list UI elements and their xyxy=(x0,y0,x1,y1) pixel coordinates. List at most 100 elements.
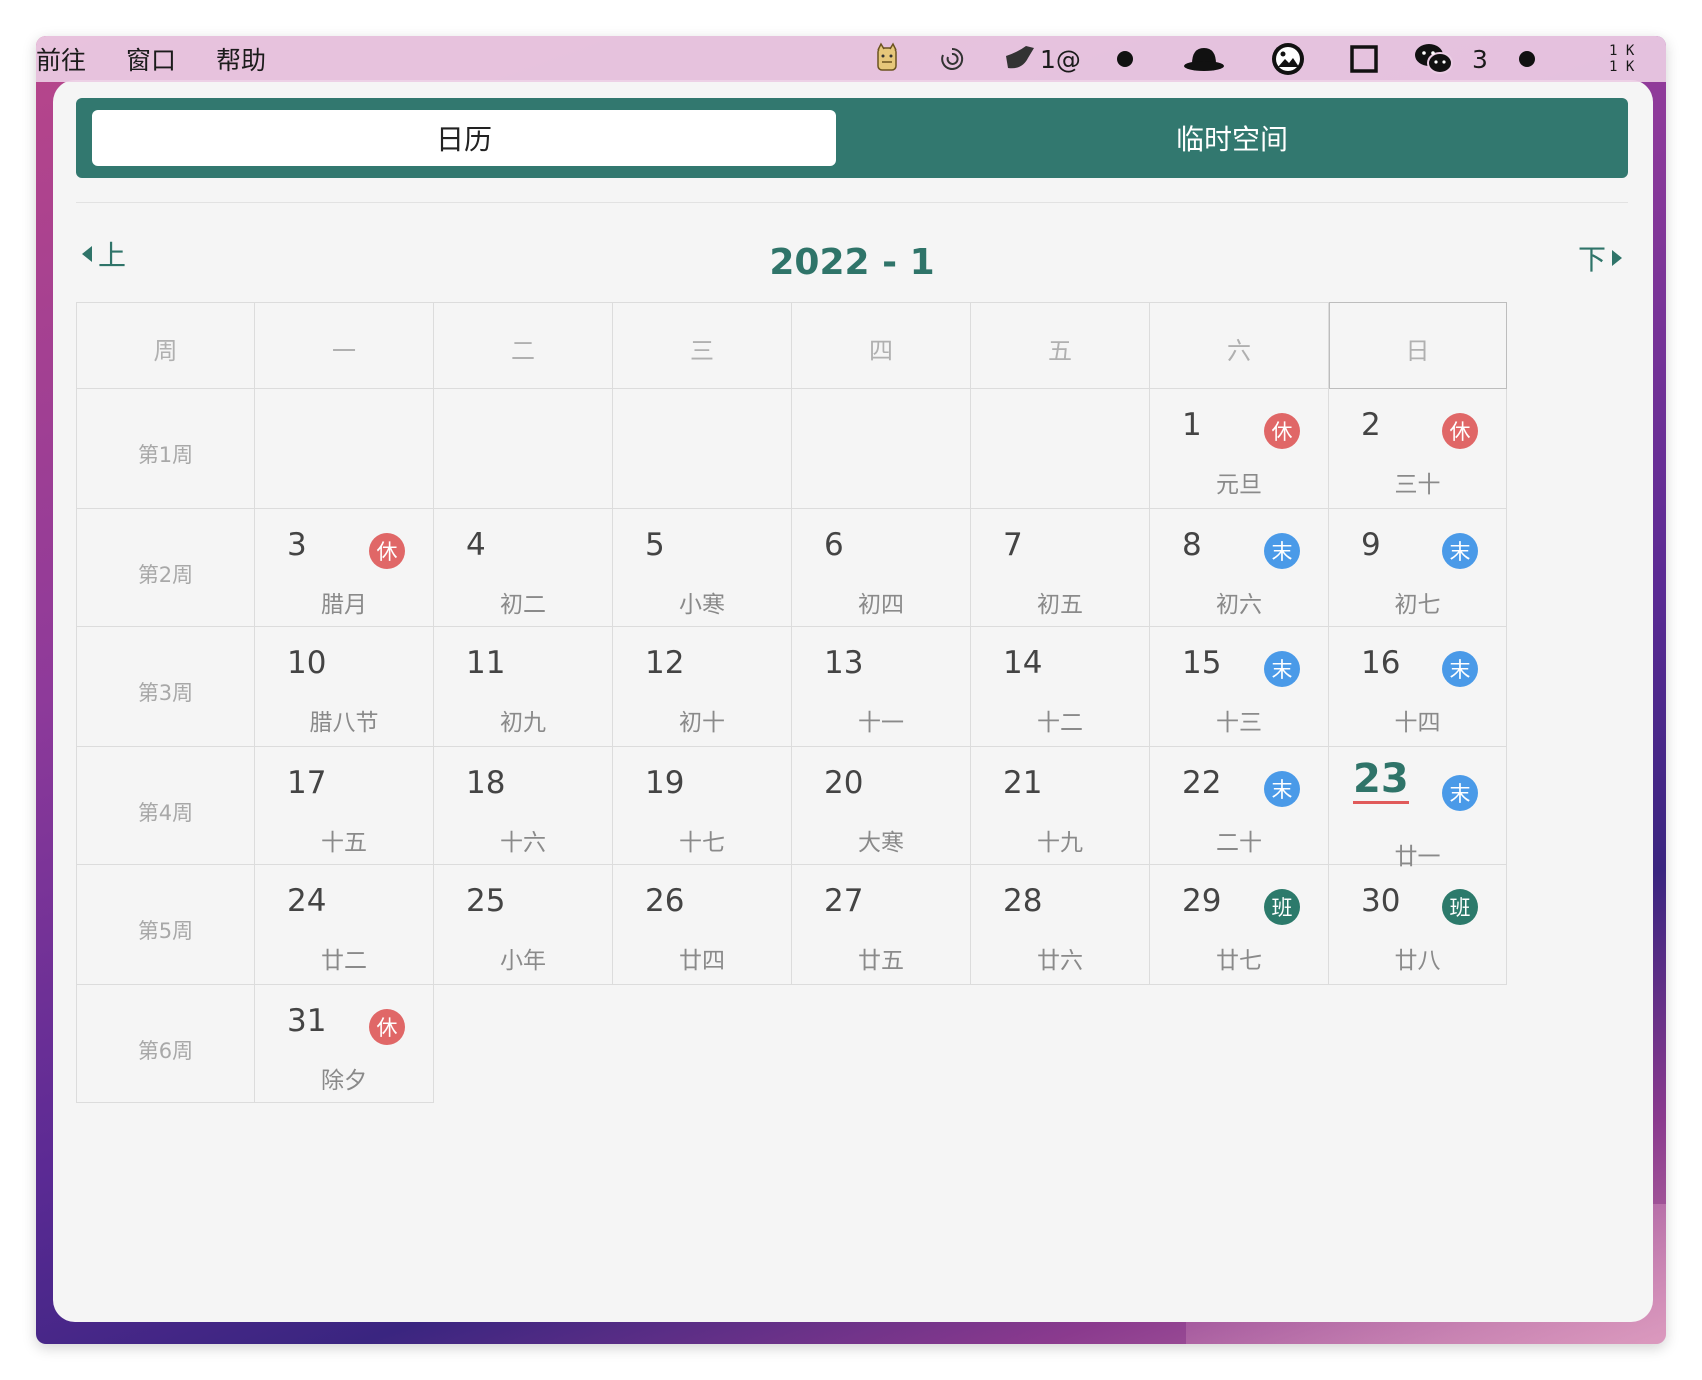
day-cell[interactable]: 24 廿二 xyxy=(255,865,434,985)
day-number: 21 xyxy=(1003,765,1043,801)
wechat-app[interactable]: 3 xyxy=(1414,36,1488,82)
square-icon[interactable] xyxy=(1350,36,1378,82)
menu-window[interactable]: 窗口 xyxy=(126,41,176,77)
tab-calendar[interactable]: 日历 xyxy=(92,110,836,166)
cat-icon[interactable] xyxy=(870,36,904,82)
day-cell[interactable]: 5 小寒 xyxy=(613,509,792,627)
next-month-button[interactable]: 下 xyxy=(1578,238,1622,278)
week-row: 第1周 1 休元旦 2 休三十 xyxy=(76,389,1628,509)
tab-temp-space[interactable]: 临时空间 xyxy=(852,110,1612,166)
day-cell[interactable]: 8 末初六 xyxy=(1150,509,1329,627)
week-number-cell: 第6周 xyxy=(76,985,255,1103)
lunar-date: 元旦 xyxy=(1216,472,1262,498)
net-up-speed: 1 K xyxy=(1609,43,1635,59)
work-badge: 班 xyxy=(1264,889,1300,925)
day-cell[interactable]: 21 十九 xyxy=(971,747,1150,865)
lunar-date: 小寒 xyxy=(679,592,725,618)
bowler-hat-icon[interactable] xyxy=(1182,36,1226,82)
menu-help[interactable]: 帮助 xyxy=(216,41,266,77)
lunar-date: 小年 xyxy=(500,948,546,974)
lunar-date: 三十 xyxy=(1394,472,1441,498)
work-badge: 班 xyxy=(1442,889,1478,925)
day-cell[interactable]: 25 小年 xyxy=(434,865,613,985)
dot-icon[interactable] xyxy=(1116,36,1134,82)
week-number-label: 第6周 xyxy=(137,1039,194,1063)
menu-go[interactable]: 前往 xyxy=(36,41,86,77)
day-cell[interactable]: 10 腊八节 xyxy=(255,627,434,747)
weekday-label: 二 xyxy=(511,337,535,365)
dot-icon-2[interactable] xyxy=(1518,36,1536,82)
day-cell[interactable]: 7 初五 xyxy=(971,509,1150,627)
weekend-badge: 末 xyxy=(1264,533,1300,569)
app-menu: 前往 窗口 帮助 xyxy=(36,41,306,77)
day-cell[interactable]: 1 休元旦 xyxy=(1150,389,1329,509)
day-cell[interactable]: 6 初四 xyxy=(792,509,971,627)
day-cell[interactable]: 26 廿四 xyxy=(613,865,792,985)
caret-right-icon xyxy=(1612,250,1622,266)
lunar-date: 初十 xyxy=(679,710,725,736)
lunar-date: 十七 xyxy=(679,830,725,856)
rest-badge: 休 xyxy=(369,533,405,569)
lunar-date: 初五 xyxy=(1037,592,1083,618)
week-column-header: 周 xyxy=(76,302,255,389)
swirl-icon[interactable] xyxy=(938,36,966,82)
day-cell[interactable]: 31 休除夕 xyxy=(255,985,434,1103)
lunar-date: 初六 xyxy=(1216,592,1262,618)
network-speed[interactable]: 1 K 1 K xyxy=(1609,36,1634,82)
calendar-window: 日历 临时空间 上 2022 - 1 下 周一二三四五六日第1周 1 休元旦 2 休三十… xyxy=(53,80,1653,1322)
weekday-label: 四 xyxy=(869,337,893,365)
lunar-date: 十四 xyxy=(1394,710,1441,736)
day-cell[interactable]: 9 末初七 xyxy=(1329,509,1507,627)
day-cell[interactable]: 15 末十三 xyxy=(1150,627,1329,747)
image-icon[interactable] xyxy=(1270,36,1306,82)
day-cell[interactable]: 3 休腊月 xyxy=(255,509,434,627)
wechat-icon xyxy=(1414,42,1454,76)
day-number: 8 xyxy=(1182,527,1202,563)
day-cell[interactable]: 14 十二 xyxy=(971,627,1150,747)
week-row: 第5周 24 廿二 25 小年 26 廿四 27 廿五 28 廿六 29 班廿七 30 班廿八 xyxy=(76,865,1628,985)
day-cell[interactable]: 11 初九 xyxy=(434,627,613,747)
day-number: 25 xyxy=(466,883,506,919)
day-cell[interactable]: 12 初十 xyxy=(613,627,792,747)
weekday-label: 周 xyxy=(153,337,178,365)
day-cell[interactable]: 29 班廿七 xyxy=(1150,865,1329,985)
day-cell[interactable]: 18 十六 xyxy=(434,747,613,865)
day-cell[interactable]: 22 末二十 xyxy=(1150,747,1329,865)
day-number: 1 xyxy=(1182,407,1202,443)
bird-icon xyxy=(1004,44,1040,74)
day-number: 5 xyxy=(645,527,665,563)
week-number-label: 第3周 xyxy=(137,681,194,705)
day-number: 26 xyxy=(645,883,685,919)
day-cell[interactable]: 19 十七 xyxy=(613,747,792,865)
lunar-date: 初二 xyxy=(500,592,546,618)
day-number: 13 xyxy=(824,645,864,681)
day-number: 2 xyxy=(1361,407,1381,443)
day-cell[interactable]: 13 十一 xyxy=(792,627,971,747)
notification-app[interactable]: 1@ xyxy=(1004,36,1081,82)
week-number-label: 第1周 xyxy=(137,443,194,467)
day-cell[interactable]: 17 十五 xyxy=(255,747,434,865)
day-cell[interactable]: 16 末十四 xyxy=(1329,627,1507,747)
weekday-label: 六 xyxy=(1227,337,1251,365)
lunar-date: 廿七 xyxy=(1216,948,1262,974)
day-number: 14 xyxy=(1003,645,1043,681)
month-title: 2022 - 1 xyxy=(769,242,935,283)
day-cell[interactable]: 20 大寒 xyxy=(792,747,971,865)
today-day-number: 23 xyxy=(1353,756,1409,804)
day-cell[interactable]: 23 末廿一 xyxy=(1329,747,1507,870)
week-number-cell: 第2周 xyxy=(76,509,255,627)
day-number: 4 xyxy=(466,527,486,563)
week-number-cell: 第5周 xyxy=(76,865,255,985)
lunar-date: 初四 xyxy=(858,592,904,618)
day-cell[interactable]: 30 班廿八 xyxy=(1329,865,1507,985)
day-cell[interactable]: 27 廿五 xyxy=(792,865,971,985)
day-cell[interactable]: 2 休三十 xyxy=(1329,389,1507,509)
day-cell[interactable]: 4 初二 xyxy=(434,509,613,627)
rest-badge: 休 xyxy=(369,1009,405,1045)
weekday-header: 四 xyxy=(792,302,971,389)
lunar-date: 初九 xyxy=(500,710,546,736)
lunar-date: 十九 xyxy=(1037,830,1083,856)
status-tray: 1@ 3 1 K 1 K xyxy=(832,36,1666,82)
day-number: 27 xyxy=(824,883,864,919)
day-cell[interactable]: 28 廿六 xyxy=(971,865,1150,985)
